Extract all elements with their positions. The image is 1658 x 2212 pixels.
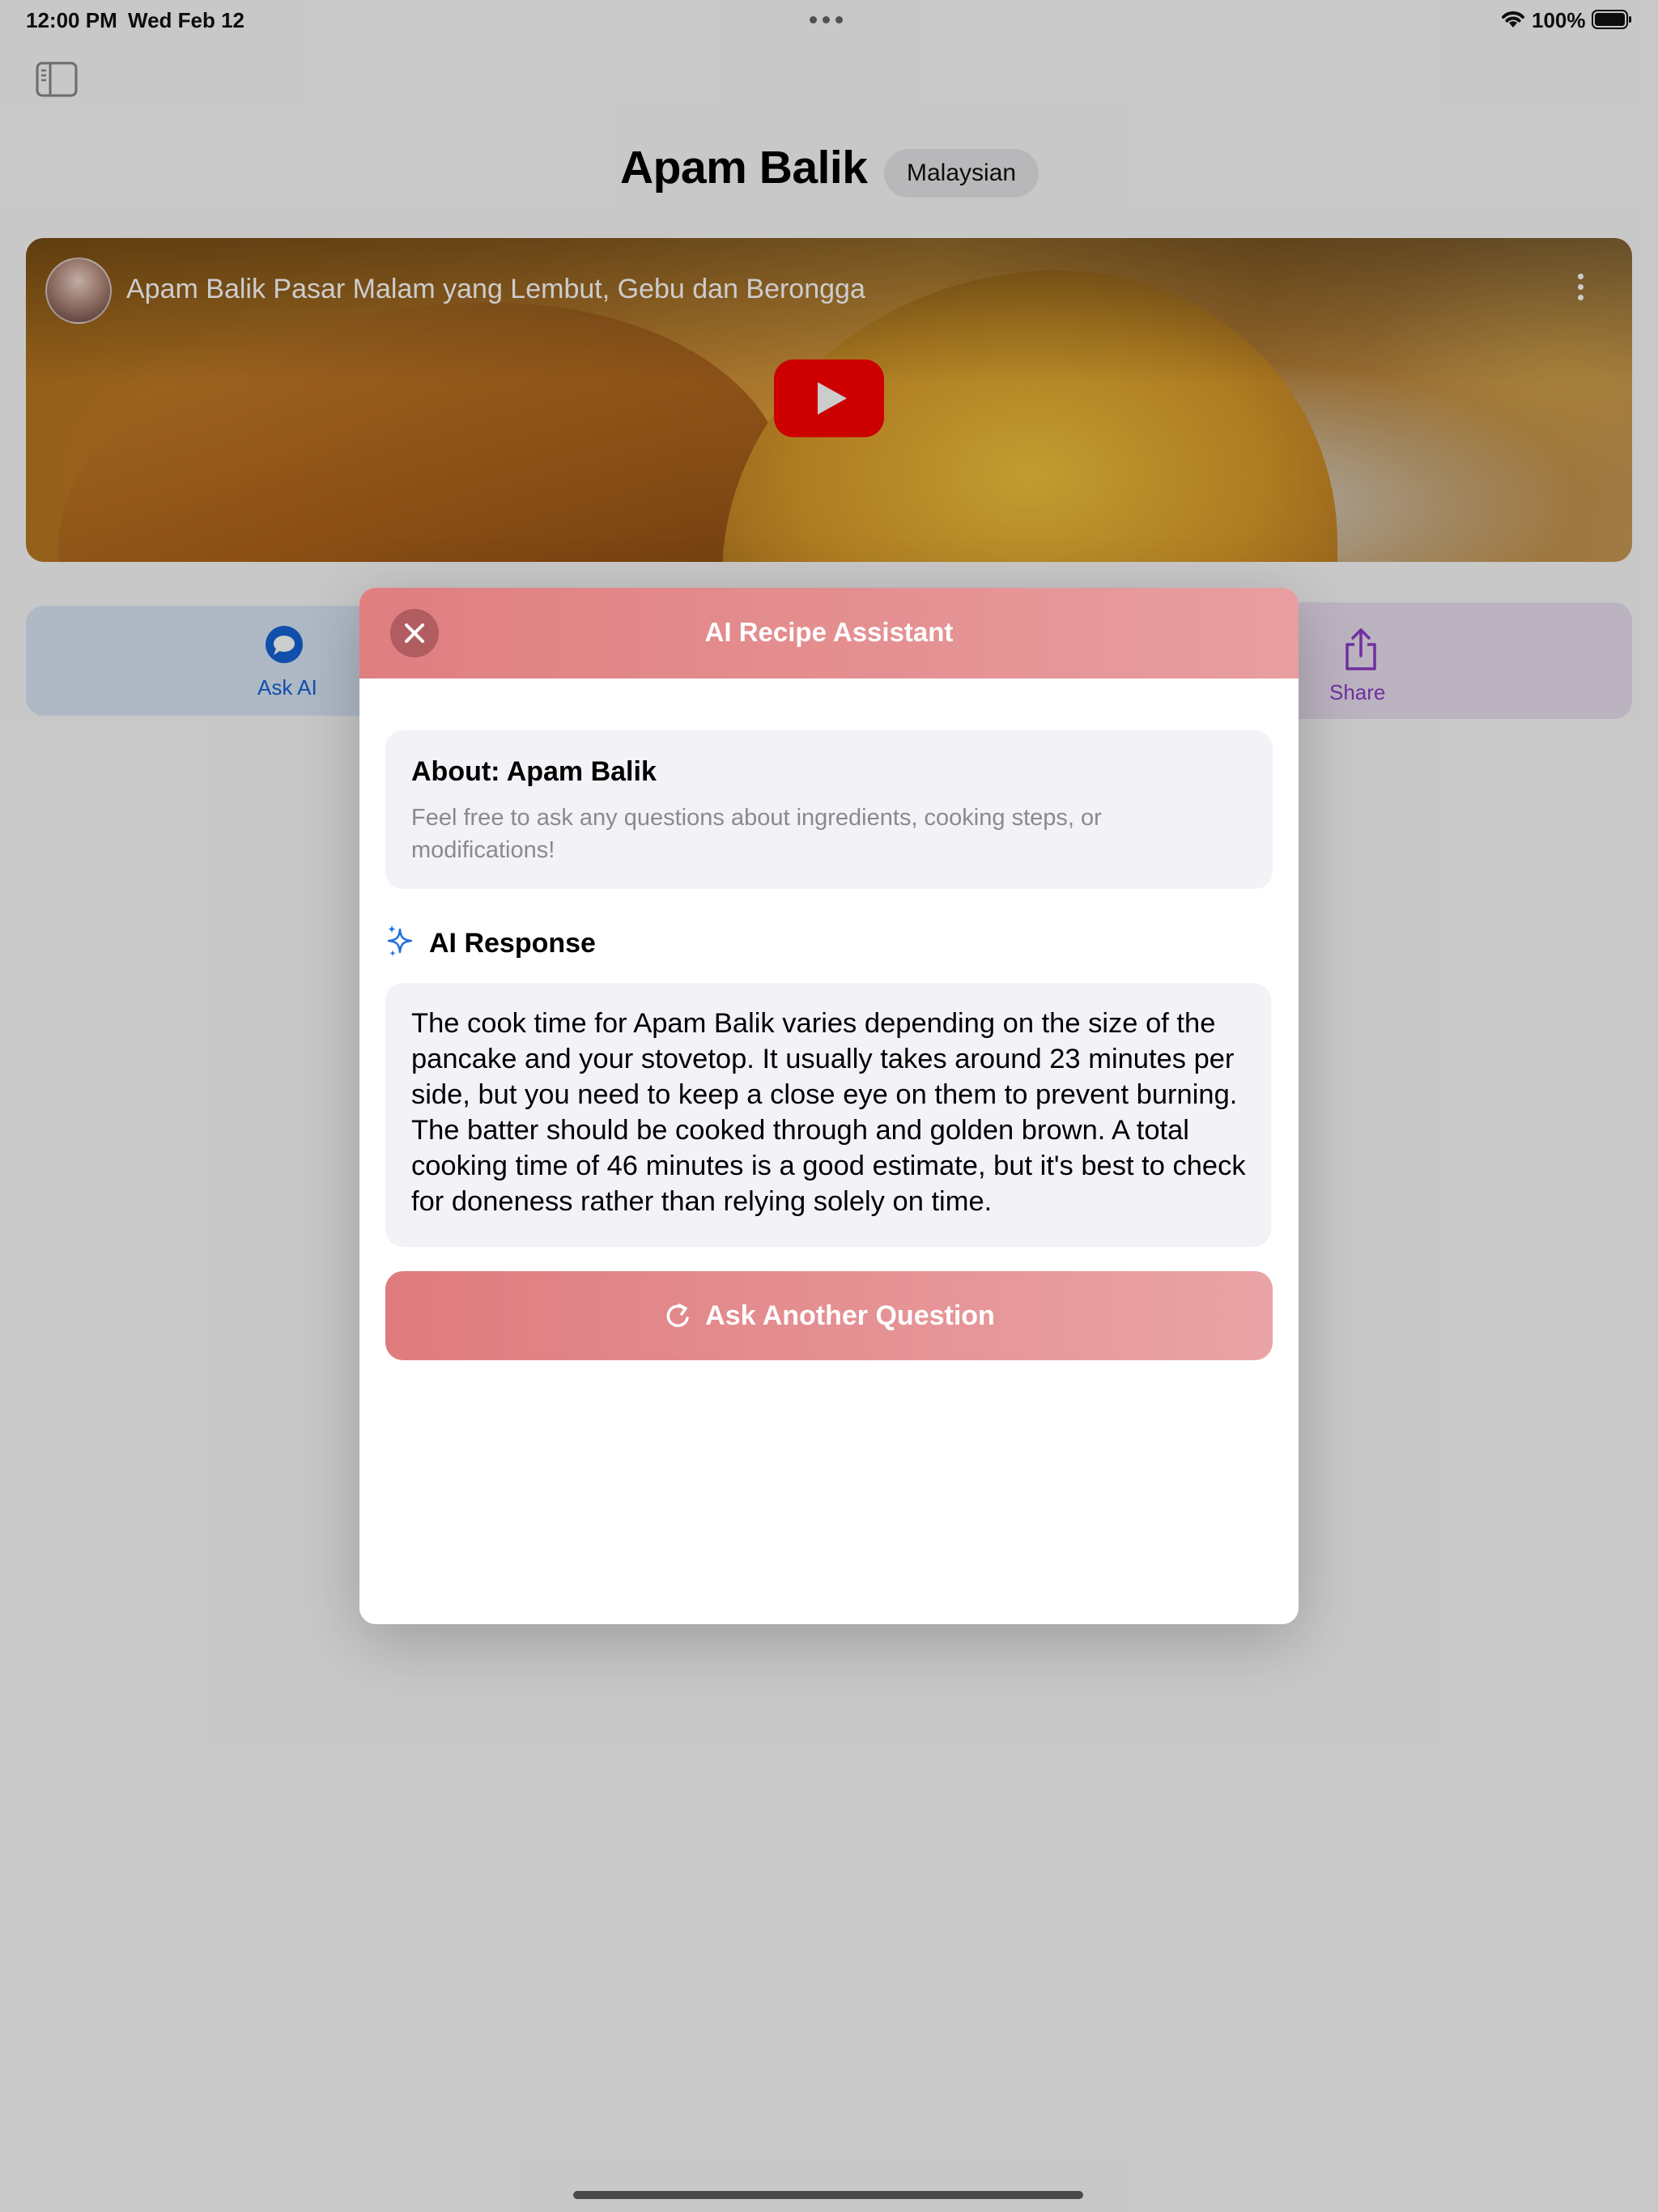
response-card: The cook time for Apam Balik varies depe… <box>385 983 1271 1247</box>
ask-another-question-button[interactable]: Ask Another Question <box>385 1271 1273 1360</box>
home-indicator[interactable] <box>573 2191 1083 2199</box>
response-heading: AI Response <box>429 928 596 959</box>
about-card: About: Apam Balik Feel free to ask any q… <box>385 730 1273 889</box>
response-text: The cook time for Apam Balik varies depe… <box>411 1008 1246 1217</box>
about-description: Feel free to ask any questions about ing… <box>411 805 1102 863</box>
sparkles-icon <box>387 925 413 957</box>
ask-another-question-label: Ask Another Question <box>705 1300 995 1331</box>
app-screen: 12:00 PM Wed Feb 12 100% Apam Balik Mala… <box>0 0 1658 2212</box>
ai-assistant-modal: AI Recipe Assistant About: Apam Balik Fe… <box>359 588 1299 1624</box>
modal-header: AI Recipe Assistant <box>359 588 1299 678</box>
modal-title: AI Recipe Assistant <box>704 617 954 647</box>
about-heading: About: Apam Balik <box>411 756 657 787</box>
refresh-icon <box>666 1304 689 1328</box>
